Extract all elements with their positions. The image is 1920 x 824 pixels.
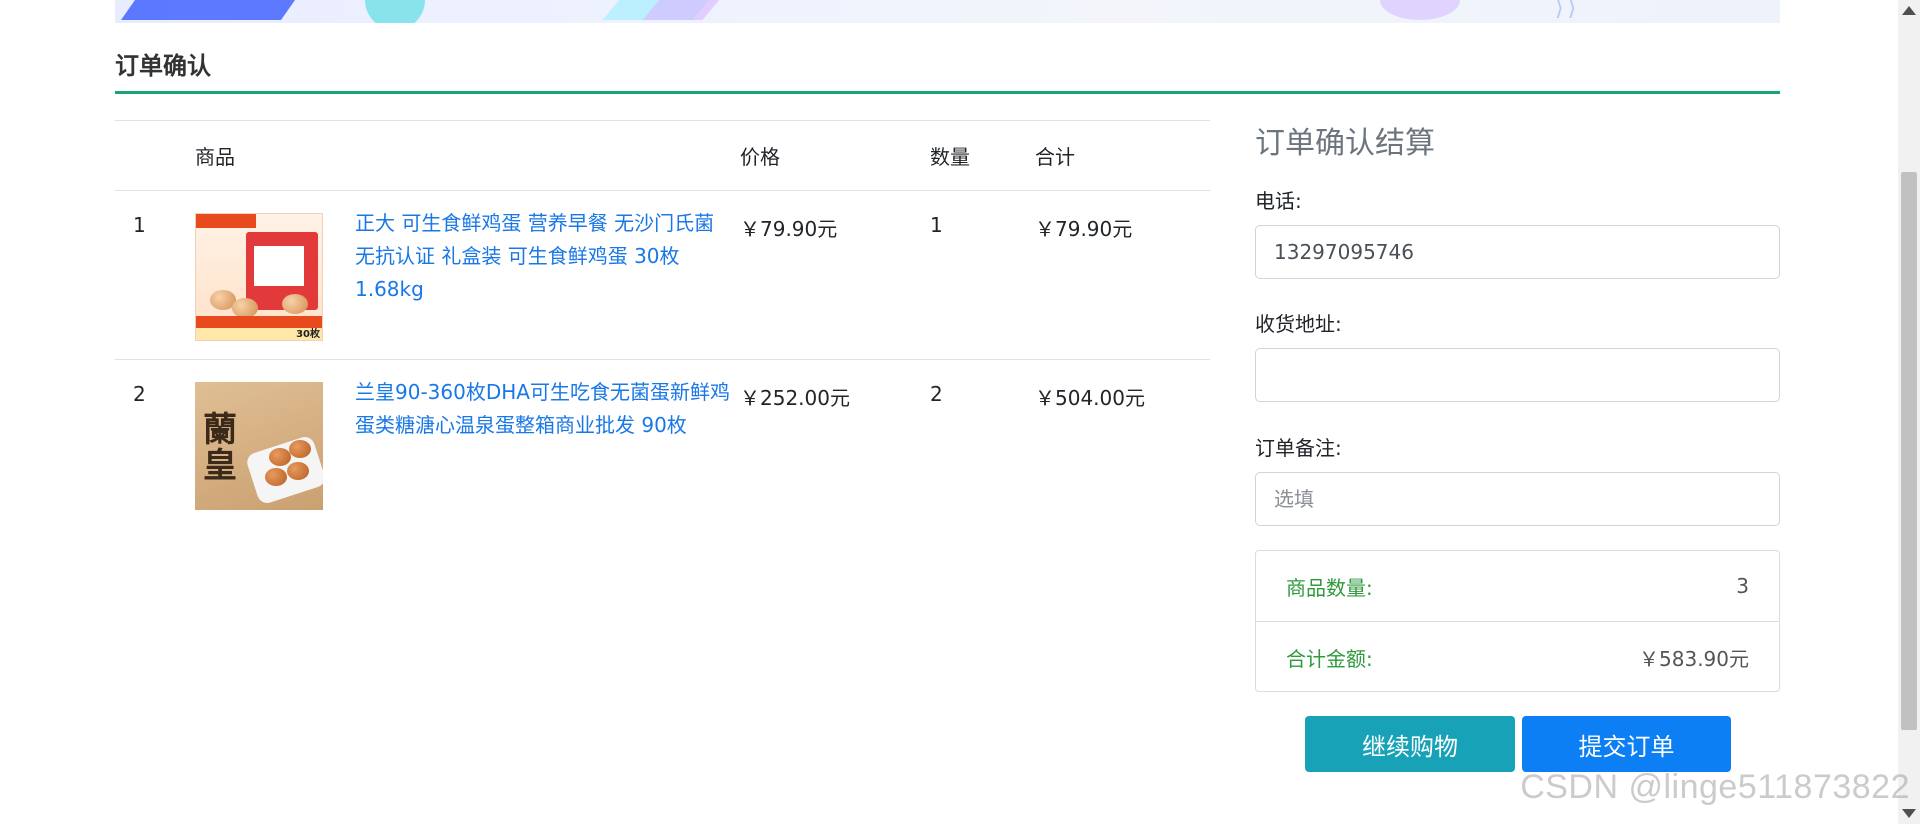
table-header-row: 商品 价格 数量 合计	[115, 120, 1210, 191]
count-value: 3	[1736, 574, 1749, 598]
egg-gift-box-image[interactable]: 30枚	[195, 213, 323, 341]
continue-shopping-button[interactable]: 继续购物	[1305, 716, 1515, 772]
product-price: ￥79.90元	[740, 190, 930, 360]
egg-carton-image[interactable]: 蘭皇	[195, 382, 323, 510]
table-row: 1 30枚 正大 可生食鲜鸡蛋 营养早餐 无沙门氏菌 无抗认证 礼盒装 可生食鲜…	[115, 190, 1210, 360]
product-quantity: 1	[930, 190, 1035, 360]
address-input[interactable]	[1255, 348, 1780, 402]
summary-total-row: 合计金额: ￥583.90元	[1256, 621, 1779, 692]
product-name-cell: 正大 可生食鲜鸡蛋 营养早餐 无沙门氏菌 无抗认证 礼盒装 可生食鲜鸡蛋 30枚…	[355, 190, 740, 360]
header-price: 价格	[740, 120, 930, 191]
vertical-scrollbar[interactable]	[1898, 0, 1920, 824]
product-subtotal: ￥504.00元	[1035, 386, 1145, 410]
top-banner: ⟩⟩	[115, 0, 1780, 23]
title-divider	[115, 91, 1780, 94]
scroll-thumb[interactable]	[1901, 172, 1917, 730]
order-summary: 商品数量: 3 合计金额: ￥583.90元	[1255, 550, 1780, 692]
product-price: ￥252.00元	[740, 386, 850, 410]
product-thumbnail[interactable]: 蘭皇	[195, 360, 355, 529]
product-quantity: 2	[930, 382, 943, 406]
total-value: ￥583.90元	[1639, 646, 1749, 671]
scroll-up-arrow-icon[interactable]	[1902, 6, 1916, 15]
header-quantity: 数量	[930, 120, 1035, 191]
header-product-name	[355, 120, 740, 191]
address-label: 收货地址:	[1255, 312, 1342, 336]
product-link[interactable]: 正大 可生食鲜鸡蛋 营养早餐 无沙门氏菌 无抗认证 礼盒装 可生食鲜鸡蛋 30枚…	[355, 207, 730, 306]
product-name-cell: 兰皇90-360枚DHA可生吃食无菌蛋新鲜鸡蛋类糖溏心温泉蛋整箱商业批发 90枚	[355, 360, 740, 529]
product-link[interactable]: 兰皇90-360枚DHA可生吃食无菌蛋新鲜鸡蛋类糖溏心温泉蛋整箱商业批发 90枚	[355, 376, 730, 442]
phone-label: 电话:	[1255, 189, 1302, 213]
summary-count-row: 商品数量: 3	[1256, 551, 1779, 621]
order-items-table: 商品 价格 数量 合计 1 30枚 正大 可生食鲜鸡蛋 营养早餐 无沙门氏菌 无…	[115, 120, 1210, 528]
product-subtotal: ￥79.90元	[1035, 190, 1210, 360]
page-title: 订单确认	[115, 52, 211, 80]
phone-input[interactable]	[1255, 225, 1780, 279]
product-thumbnail[interactable]: 30枚	[195, 190, 355, 360]
header-index	[115, 120, 195, 191]
header-subtotal: 合计	[1035, 120, 1210, 191]
count-label: 商品数量:	[1286, 575, 1373, 600]
header-product: 商品	[195, 120, 355, 191]
watermark: CSDN @linge511873822	[1520, 768, 1910, 806]
row-index: 1	[115, 190, 195, 360]
row-index: 2	[133, 382, 146, 406]
checkout-title: 订单确认结算	[1255, 126, 1435, 161]
note-input[interactable]	[1255, 472, 1780, 526]
scroll-down-arrow-icon[interactable]	[1902, 809, 1916, 818]
table-row: 2 蘭皇 兰皇90-360枚DHA可生吃食无菌蛋新鲜鸡蛋类糖溏心温泉蛋整箱商业批…	[115, 360, 1210, 529]
total-label: 合计金额:	[1286, 646, 1373, 671]
note-label: 订单备注:	[1255, 436, 1342, 460]
submit-order-button[interactable]: 提交订单	[1522, 716, 1731, 772]
